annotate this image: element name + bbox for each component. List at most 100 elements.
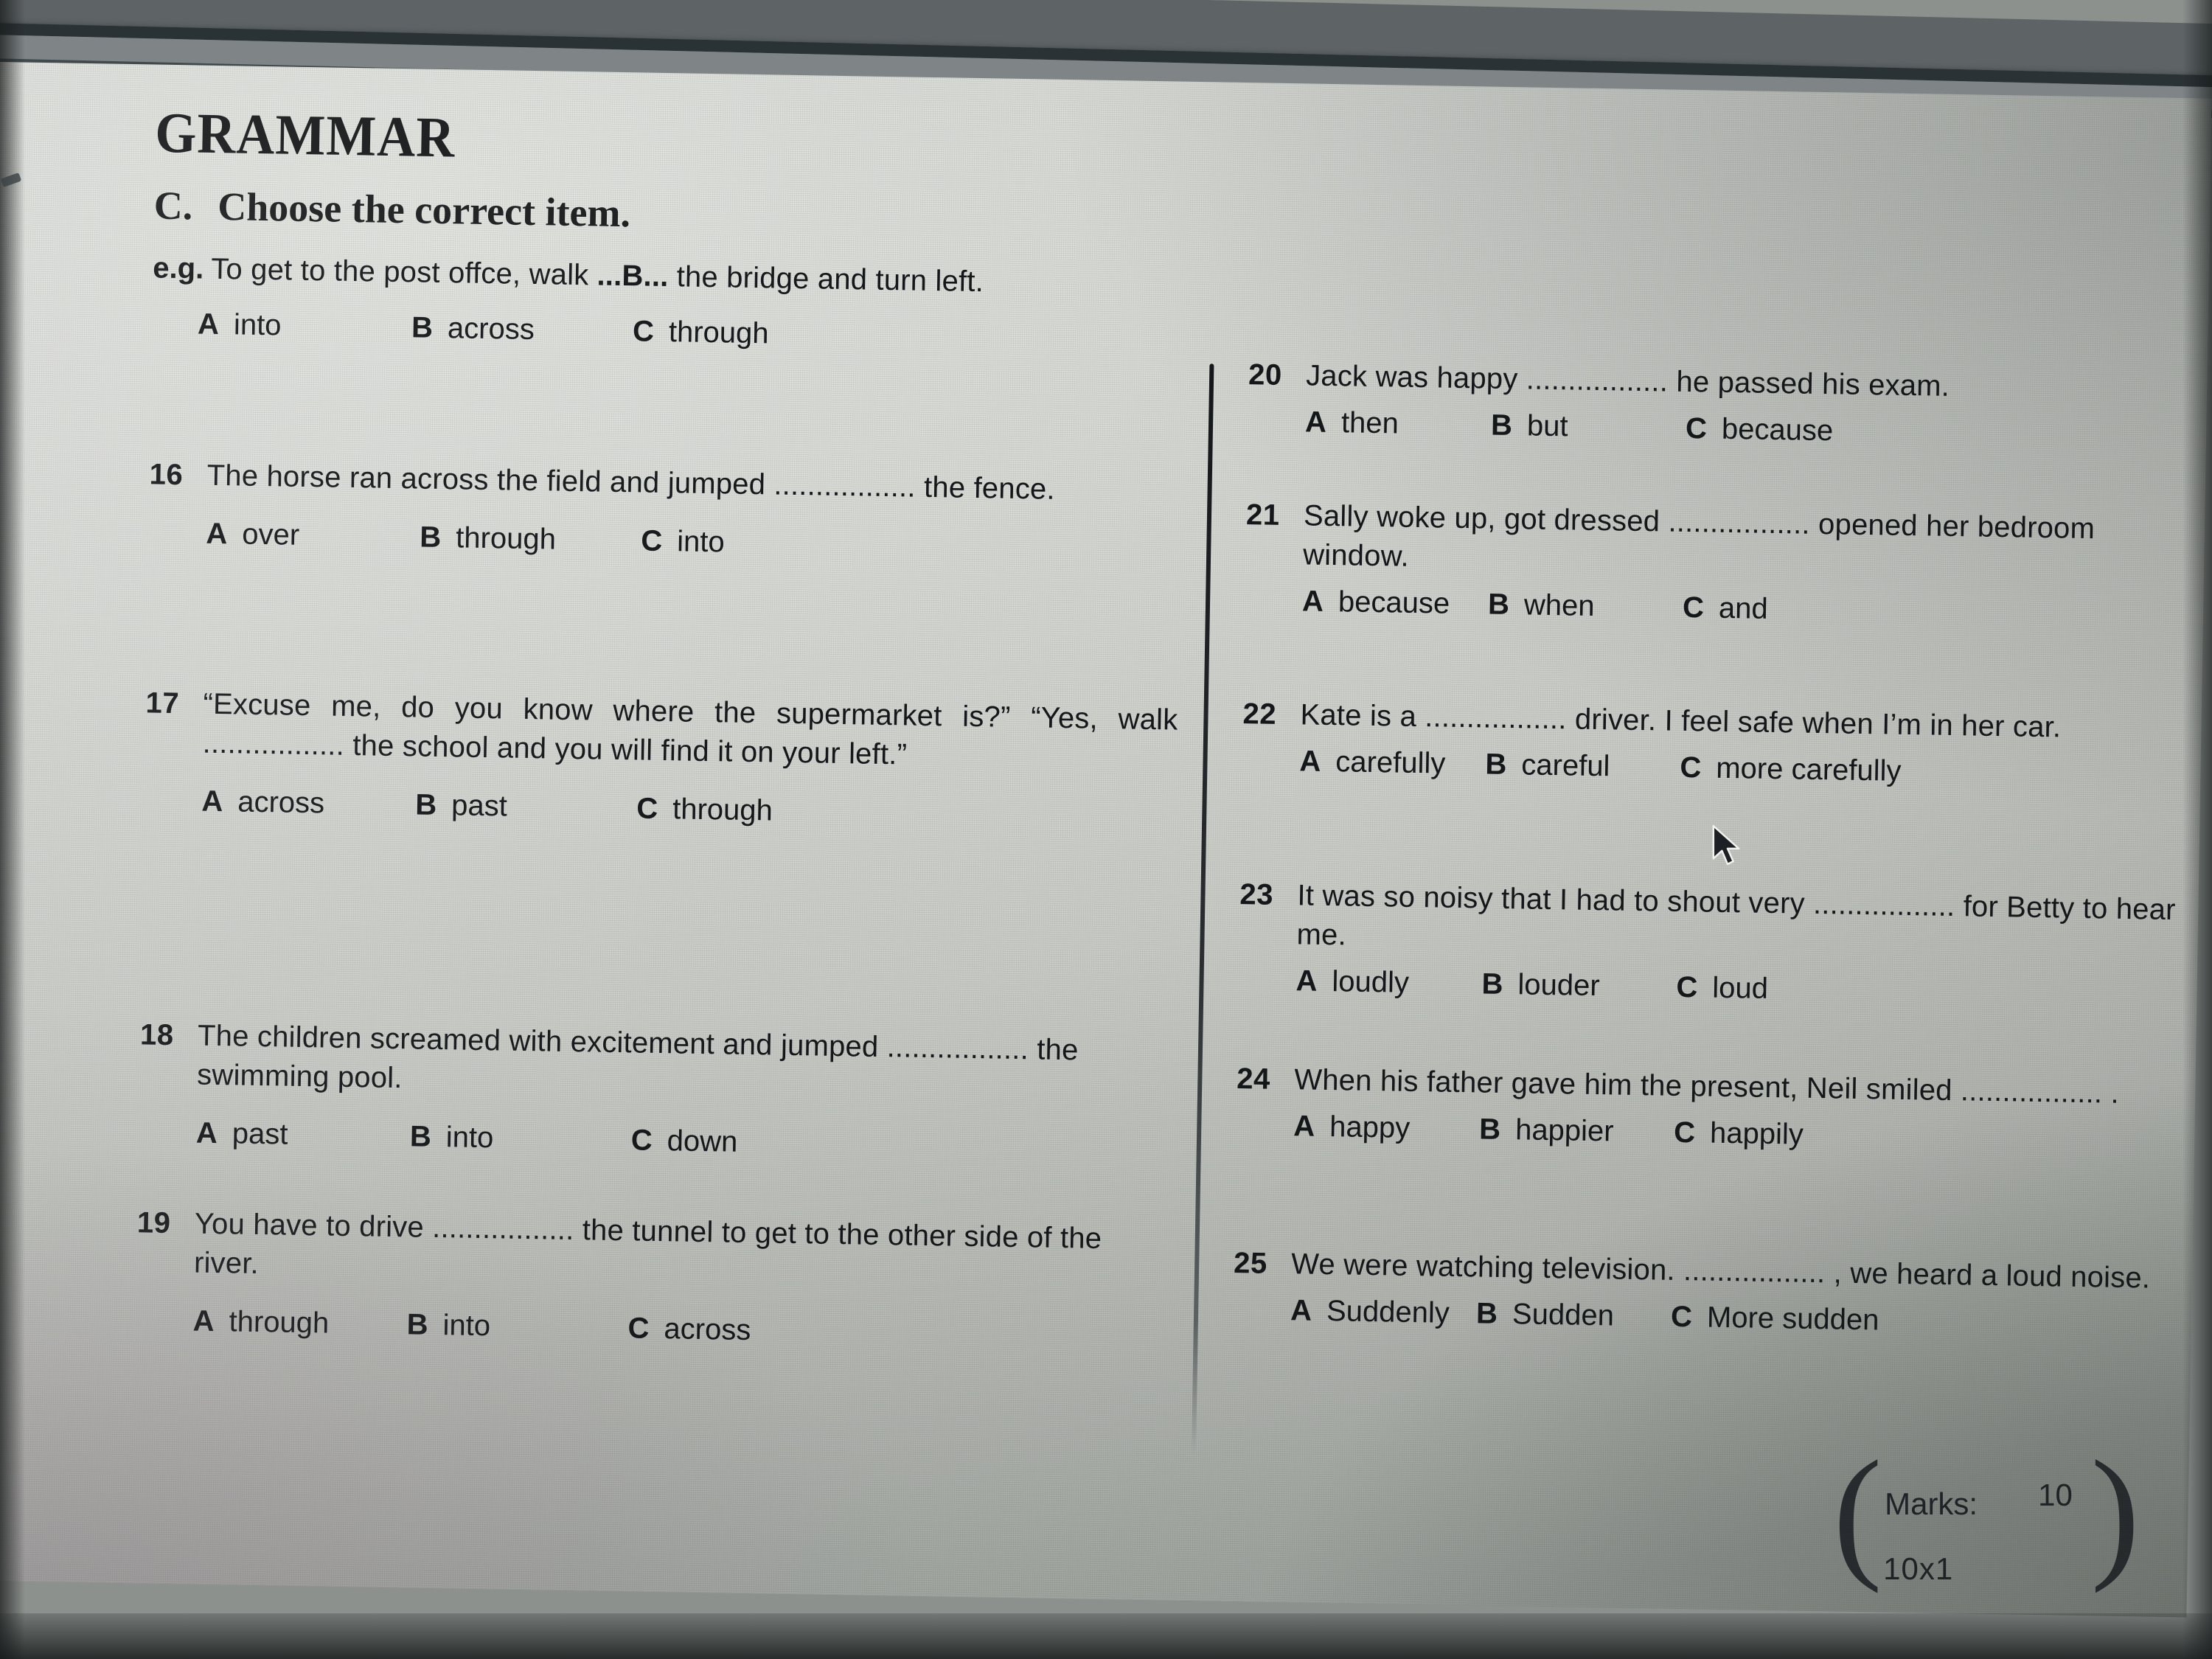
question-25-option-c[interactable]: C More sudden [1671,1298,1879,1340]
question-22-option-b[interactable]: B careful [1485,745,1680,787]
question-19-option-c[interactable]: C across [627,1309,751,1350]
option-letter: C [1673,1116,1696,1150]
option-letter: B [1485,748,1507,781]
option-letter: A [1301,584,1324,618]
part-c-instruction: Choose the correct item. [217,184,631,236]
question-18-option-a[interactable]: A past [196,1113,411,1156]
question-22: 22 Kate is a ................. driver. I… [1242,695,2180,796]
question-23-option-b[interactable]: B louder [1481,964,1677,1006]
example-item: e.g. To get to the post offce, walk ...B.… [152,248,1186,360]
option-text: then [1340,406,1399,440]
mouse-cursor-icon [1712,825,1740,866]
question-24-option-c[interactable]: C happily [1674,1113,1804,1155]
example-tag: e.g. [153,251,204,285]
option-text: into [442,1308,491,1342]
option-letter: A [1299,745,1321,778]
question-text: Kate is a ................. driver. I fe… [1300,698,2062,744]
question-23-option-c[interactable]: C loud [1676,967,1768,1008]
option-text: Sudden [1512,1298,1615,1332]
marks-label: Marks: [1885,1486,1978,1522]
marks-fraction: 10 [2038,1478,2073,1513]
option-text: across [447,311,535,346]
option-text: into [676,525,726,559]
option-letter: A [195,1116,218,1150]
option-text: over [241,518,300,552]
option-text: but [1526,409,1568,443]
question-24-option-b[interactable]: B happier [1479,1110,1674,1152]
option-letter: B [411,311,434,344]
option-text: happy [1329,1110,1411,1144]
part-c-letter: C. [153,183,193,229]
example-option-a[interactable]: A into [198,305,412,347]
option-letter: C [630,1123,653,1157]
option-text: into [233,308,282,342]
option-letter: A [206,517,228,550]
question-number: 24 [1237,1062,1271,1096]
example-option-b[interactable]: B across [411,308,633,351]
question-25-option-a[interactable]: A Suddenly [1290,1291,1477,1333]
option-text: careful [1521,748,1610,783]
option-text: across [664,1312,751,1346]
question-17-option-c[interactable]: C through [636,789,773,830]
question-number: 23 [1239,878,1274,911]
option-letter: A [1295,964,1318,998]
question-22-option-a[interactable]: A carefully [1299,742,1486,784]
photo-right-shadow [2183,0,2212,1659]
question-16-option-b[interactable]: B through [420,518,641,560]
example-text-after: the bridge and turn left. [676,260,984,299]
option-letter: B [1475,1297,1498,1330]
question-18-option-c[interactable]: C down [630,1121,738,1161]
question-16-option-a[interactable]: A over [206,515,420,557]
question-18-option-b[interactable]: B into [409,1117,631,1160]
option-text: more carefully [1715,751,1902,787]
question-number: 20 [1248,358,1283,392]
question-23-option-a[interactable]: A loudly [1295,961,1482,1004]
option-letter: B [1487,588,1510,621]
option-letter: A [192,1304,215,1338]
option-letter: A [1293,1110,1315,1143]
option-text: louder [1517,967,1600,1002]
question-25-option-b[interactable]: B Sudden [1476,1294,1672,1336]
question-19: 19 You have to drive ................. t… [135,1203,1169,1357]
option-letter: C [1670,1300,1693,1334]
marks-multiplier: 10x1 [1883,1551,1954,1587]
example-answer: ...B... [597,259,669,293]
option-text: happily [1709,1116,1804,1151]
option-letter: C [627,1311,650,1345]
question-number: 25 [1233,1246,1268,1280]
option-text: into [445,1120,494,1154]
option-text: through [668,315,769,350]
question-20-option-b[interactable]: B but [1491,406,1686,448]
option-letter: B [1478,1113,1501,1146]
example-option-c[interactable]: C through [633,312,769,353]
question-19-option-b[interactable]: B into [406,1305,628,1348]
screen-photo: GRAMMAR C. Choose the correct item. e.g. T… [0,0,2212,1659]
option-letter: C [1680,751,1702,785]
question-16-option-c[interactable]: C into [641,521,725,562]
question-18: 18 The children screamed with excitement… [139,1015,1173,1169]
question-19-option-a[interactable]: A through [192,1301,407,1344]
question-20-option-a[interactable]: A then [1305,403,1492,445]
question-21-option-c[interactable]: C and [1683,588,1769,629]
question-text: Jack was happy ................. he pass… [1305,359,1950,403]
option-text: Suddenly [1326,1294,1450,1329]
question-24-option-a[interactable]: A happy [1293,1107,1480,1149]
option-letter: B [406,1307,428,1341]
marks-box: ( ) Marks: 10x1 10 [1833,1431,2140,1618]
question-20-option-c[interactable]: C because [1686,409,1834,451]
option-letter: C [636,792,658,825]
option-letter: B [415,788,437,821]
question-21-option-a[interactable]: A because [1302,582,1489,624]
photo-left-shadow [0,0,25,1659]
question-21-option-b[interactable]: B when [1488,585,1683,627]
question-17-option-a[interactable]: A across [201,782,416,824]
question-22-option-c[interactable]: C more carefully [1680,748,1902,791]
option-letter: B [409,1120,432,1153]
option-text: carefully [1335,745,1446,780]
option-letter: A [201,785,223,818]
question-17-option-b[interactable]: B past [415,785,637,828]
option-letter: C [1685,411,1708,445]
option-letter: A [197,307,220,341]
part-c-heading: C. Choose the correct item. [153,182,630,236]
question-20: 20 Jack was happy ................. he p… [1248,355,2185,456]
